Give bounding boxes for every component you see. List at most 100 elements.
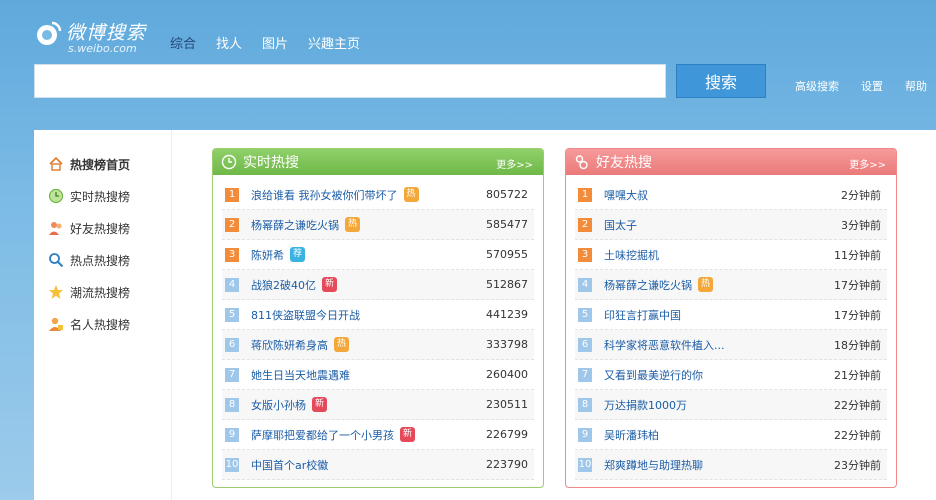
nav-tab-interest-pages[interactable]: 兴趣主页 xyxy=(308,33,360,52)
sidebar-item-friends[interactable]: 好友热搜榜 xyxy=(34,212,171,244)
item-title-link[interactable]: 印狂言打赢中国 xyxy=(604,307,681,323)
time-ago: 22分钟前 xyxy=(834,428,881,442)
item-title-link[interactable]: 萨摩耶把爱都给了一个小男孩 xyxy=(251,427,394,443)
time-ago: 17分钟前 xyxy=(834,308,881,322)
list-item[interactable]: 6 科学家将恶意软件植入... 18分钟前 xyxy=(575,330,887,360)
home-icon xyxy=(49,156,63,171)
hot-tag-badge: 热 xyxy=(345,217,360,232)
list-item[interactable]: 6 蒋欣陈妍希身高热 333798 xyxy=(222,330,534,360)
help-link[interactable]: 帮助 xyxy=(905,78,927,94)
search-button[interactable]: 搜索 xyxy=(676,64,766,98)
item-title-link[interactable]: 陈妍希 xyxy=(251,247,284,263)
item-title-link[interactable]: 郑爽蹲地与助理热聊 xyxy=(604,457,703,473)
sidebar-item-label: 好友热搜榜 xyxy=(70,221,131,236)
rank-badge: 7 xyxy=(578,367,592,382)
item-title-link[interactable]: 女版小孙杨 xyxy=(251,397,306,413)
list-item[interactable]: 7 她生日当天地震遇难 260400 xyxy=(222,360,534,390)
sidebar-item-home[interactable]: 热搜榜首页 xyxy=(34,148,171,180)
more-link[interactable]: 更多>> xyxy=(849,156,886,171)
item-title-link[interactable]: 蒋欣陈妍希身高 xyxy=(251,337,328,353)
friends-panel-header: 好友热搜 更多>> xyxy=(566,149,896,175)
brand-name: 微博搜索 xyxy=(66,22,147,44)
item-title-link[interactable]: 万达捐款1000万 xyxy=(604,397,687,413)
item-title-link[interactable]: 杨幂薛之谦吃火锅 xyxy=(604,277,692,293)
rec-tag-badge: 荐 xyxy=(290,247,305,262)
nav-tab-find-people[interactable]: 找人 xyxy=(216,33,242,52)
item-title-link[interactable]: 科学家将恶意软件植入... xyxy=(604,337,725,353)
item-title-link[interactable]: 她生日当天地震遇难 xyxy=(251,367,350,383)
search-count: 223790 xyxy=(486,458,528,471)
list-item[interactable]: 7 又看到最美逆行的你 21分钟前 xyxy=(575,360,887,390)
list-item[interactable]: 3 陈妍希荐 570955 xyxy=(222,240,534,270)
time-ago: 23分钟前 xyxy=(834,458,881,472)
list-item[interactable]: 5 印狂言打赢中国 17分钟前 xyxy=(575,300,887,330)
item-title-link[interactable]: 浪给谁看 我孙女被你们带坏了 xyxy=(251,187,398,203)
item-title-link[interactable]: 嘿嘿大叔 xyxy=(604,187,648,203)
settings-link[interactable]: 设置 xyxy=(861,78,883,94)
rank-badge: 10 xyxy=(578,457,592,472)
sidebar-item-label: 潮流热搜榜 xyxy=(70,285,131,300)
list-item[interactable]: 3 土味挖掘机 11分钟前 xyxy=(575,240,887,270)
search-count: 570955 xyxy=(486,248,528,261)
item-title-link[interactable]: 又看到最美逆行的你 xyxy=(604,367,703,383)
top-nav: 综合 找人 图片 兴趣主页 xyxy=(170,33,380,52)
rank-badge: 2 xyxy=(225,217,239,232)
more-link[interactable]: 更多>> xyxy=(496,156,533,171)
time-ago: 11分钟前 xyxy=(834,248,881,262)
advanced-search-link[interactable]: 高级搜索 xyxy=(795,78,839,94)
nav-tab-comprehensive[interactable]: 综合 xyxy=(170,33,196,52)
brand-domain: s.weibo.com xyxy=(68,42,137,55)
list-item[interactable]: 1 浪给谁看 我孙女被你们带坏了热 805722 xyxy=(222,180,534,210)
list-item[interactable]: 10 郑爽蹲地与助理热聊 23分钟前 xyxy=(575,450,887,480)
search-count: 512867 xyxy=(486,278,528,291)
list-item[interactable]: 4 杨幂薛之谦吃火锅热 17分钟前 xyxy=(575,270,887,300)
sidebar-item-label: 实时热搜榜 xyxy=(70,189,131,204)
list-item[interactable]: 1 嘿嘿大叔 2分钟前 xyxy=(575,180,887,210)
sidebar-item-trend[interactable]: 潮流热搜榜 xyxy=(34,276,171,308)
time-ago: 21分钟前 xyxy=(834,368,881,382)
list-item[interactable]: 9 萨摩耶把爱都给了一个小男孩新 226799 xyxy=(222,420,534,450)
panel-title: 好友热搜 xyxy=(596,155,652,171)
weibo-search-logo[interactable]: 微博搜索 s.weibo.com xyxy=(34,18,146,58)
item-title-link[interactable]: 战狼2破40亿 xyxy=(251,277,316,293)
rank-badge: 5 xyxy=(578,307,592,322)
list-item[interactable]: 2 国太子 3分钟前 xyxy=(575,210,887,240)
list-item[interactable]: 9 吴昕潘玮柏 22分钟前 xyxy=(575,420,887,450)
item-title-link[interactable]: 国太子 xyxy=(604,217,637,233)
search-count: 805722 xyxy=(486,188,528,201)
item-title-link[interactable]: 吴昕潘玮柏 xyxy=(604,427,659,443)
list-item[interactable]: 2 杨幂薛之谦吃火锅热 585477 xyxy=(222,210,534,240)
list-item[interactable]: 8 女版小孙杨新 230511 xyxy=(222,390,534,420)
new-tag-badge: 新 xyxy=(322,277,337,292)
item-title-link[interactable]: 中国首个ar校徽 xyxy=(251,457,328,473)
time-ago: 2分钟前 xyxy=(841,188,881,202)
rank-badge: 1 xyxy=(225,187,239,202)
weibo-logo-icon xyxy=(37,21,62,45)
item-title-link[interactable]: 杨幂薛之谦吃火锅 xyxy=(251,217,339,233)
panel-title: 实时热搜 xyxy=(243,155,299,171)
nav-tab-images[interactable]: 图片 xyxy=(262,33,288,52)
search-count: 226799 xyxy=(486,428,528,441)
search-count: 230511 xyxy=(486,398,528,411)
sidebar-item-hotspot[interactable]: 热点热搜榜 xyxy=(34,244,171,276)
sidebar-item-realtime[interactable]: 实时热搜榜 xyxy=(34,180,171,212)
list-item[interactable]: 5 811侠盗联盟今日开战 441239 xyxy=(222,300,534,330)
time-ago: 22分钟前 xyxy=(834,398,881,412)
star-icon xyxy=(49,285,63,299)
friends-list: 1 嘿嘿大叔 2分钟前 2 国太子 3分钟前 3 土味挖掘机 11分钟前 4 杨幂薛之谦吃火锅热 17… xyxy=(566,175,896,480)
sidebar: 热搜榜首页 实时热搜榜 好友热搜榜 热点热搜榜 潮流热搜榜 名人热搜榜 xyxy=(34,130,172,500)
time-ago: 17分钟前 xyxy=(834,278,881,292)
list-item[interactable]: 8 万达捐款1000万 22分钟前 xyxy=(575,390,887,420)
hot-tag-badge: 热 xyxy=(403,187,419,202)
list-item[interactable]: 10 中国首个ar校徽 223790 xyxy=(222,450,534,480)
celebrity-icon xyxy=(49,317,63,331)
sidebar-item-celebrity[interactable]: 名人热搜榜 xyxy=(34,308,171,340)
search-input[interactable] xyxy=(34,64,666,98)
rank-badge: 2 xyxy=(578,217,592,232)
item-title-link[interactable]: 土味挖掘机 xyxy=(604,247,659,263)
list-item[interactable]: 4 战狼2破40亿新 512867 xyxy=(222,270,534,300)
item-title-link[interactable]: 811侠盗联盟今日开战 xyxy=(251,307,360,323)
search-count: 585477 xyxy=(486,218,528,231)
sidebar-item-label: 名人热搜榜 xyxy=(70,317,131,332)
rank-badge: 6 xyxy=(578,337,592,352)
